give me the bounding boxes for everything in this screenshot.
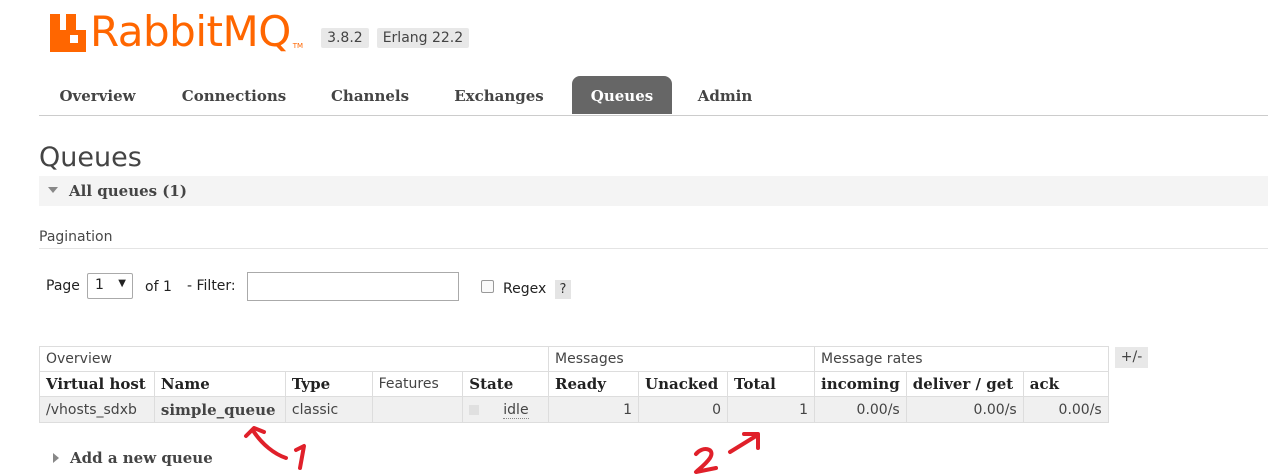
tab-admin[interactable]: Admin (686, 76, 764, 114)
page-select-value: 1 (95, 277, 104, 293)
regex-label: Regex (503, 281, 547, 297)
dropdown-arrow-icon: ▼ (118, 278, 126, 289)
divider (39, 248, 1268, 249)
cell-incoming: 0.00/s (814, 396, 907, 423)
column-header-incoming[interactable]: incoming (814, 371, 907, 397)
column-header-total[interactable]: Total (727, 371, 815, 397)
column-header-type[interactable]: Type (284, 371, 373, 397)
erlang-version-badge: Erlang 22.2 (376, 28, 470, 48)
cell-virtual-host: /vhosts_sdxb (39, 396, 155, 423)
tab-overview[interactable]: Overview (45, 76, 150, 114)
cell-state: idle (462, 396, 549, 423)
group-header-message-rates: Message rates (814, 346, 1109, 372)
page-title: Queues (39, 142, 142, 173)
cell-features (371, 396, 464, 423)
column-header-state[interactable]: State (462, 371, 549, 397)
cell-total: 1 (727, 396, 815, 423)
annotation-arrow-1 (244, 426, 306, 470)
tab-channels[interactable]: Channels (317, 76, 423, 114)
filter-input[interactable] (247, 272, 459, 301)
logo-text: RabbitMQ (90, 7, 291, 56)
collapse-triangle-icon (48, 187, 58, 193)
all-queues-section-toggle[interactable]: All queues (1) (39, 176, 1268, 206)
column-header-ack[interactable]: ack (1022, 371, 1109, 397)
column-header-deliver-get[interactable]: deliver / get (905, 371, 1024, 397)
column-header-ready[interactable]: Ready (548, 371, 639, 397)
filter-label: - Filter: (187, 278, 236, 294)
rabbit-logo-icon (50, 14, 86, 52)
rabbitmq-logo[interactable]: RabbitMQ TM (50, 7, 304, 56)
pagination-heading: Pagination (39, 229, 113, 245)
section-label: All queues (1) (69, 182, 187, 200)
page-label: Page (46, 278, 80, 294)
add-queue-label: Add a new queue (70, 449, 213, 467)
column-header-name[interactable]: Name (153, 371, 286, 397)
version-badge: 3.8.2 (321, 28, 369, 48)
cell-ack: 0.00/s (1022, 396, 1109, 423)
tab-queues[interactable]: Queues (572, 76, 672, 114)
add-queue-toggle[interactable]: Add a new queue (53, 449, 213, 467)
cell-ready: 1 (548, 396, 639, 423)
logo-trademark: TM (292, 42, 304, 50)
column-header-virtual-host[interactable]: Virtual host (39, 371, 155, 397)
queues-table: Overview Messages Message rates Virtual … (39, 346, 1109, 423)
page-count-label: of 1 (145, 279, 172, 295)
table-row[interactable]: /vhosts_sdxb simple_queue classic idle 1… (39, 396, 1109, 423)
regex-checkbox[interactable] (481, 280, 494, 293)
main-nav-tabs: Overview Connections Channels Exchanges … (39, 74, 1268, 116)
annotation-arrow-2 (694, 432, 760, 474)
cell-type: classic (284, 396, 373, 423)
state-indicator-icon (469, 404, 480, 415)
cell-unacked: 0 (638, 396, 728, 423)
cell-queue-name-link[interactable]: simple_queue (153, 396, 286, 423)
tab-exchanges[interactable]: Exchanges (439, 76, 559, 114)
cell-deliver-get: 0.00/s (905, 396, 1024, 423)
state-text: idle (503, 401, 529, 419)
page-select[interactable]: 1 ▼ (87, 273, 133, 299)
app-header: RabbitMQ TM 3.8.2 Erlang 22.2 (50, 7, 470, 56)
group-header-messages: Messages (548, 346, 815, 372)
column-header-features[interactable]: Features (371, 371, 464, 397)
group-header-overview: Overview (39, 346, 549, 372)
expand-triangle-icon (53, 453, 59, 463)
regex-help-button[interactable]: ? (555, 280, 571, 299)
columns-toggle-button[interactable]: +/- (1115, 347, 1148, 368)
tab-connections[interactable]: Connections (169, 76, 299, 114)
column-header-unacked[interactable]: Unacked (638, 371, 728, 397)
